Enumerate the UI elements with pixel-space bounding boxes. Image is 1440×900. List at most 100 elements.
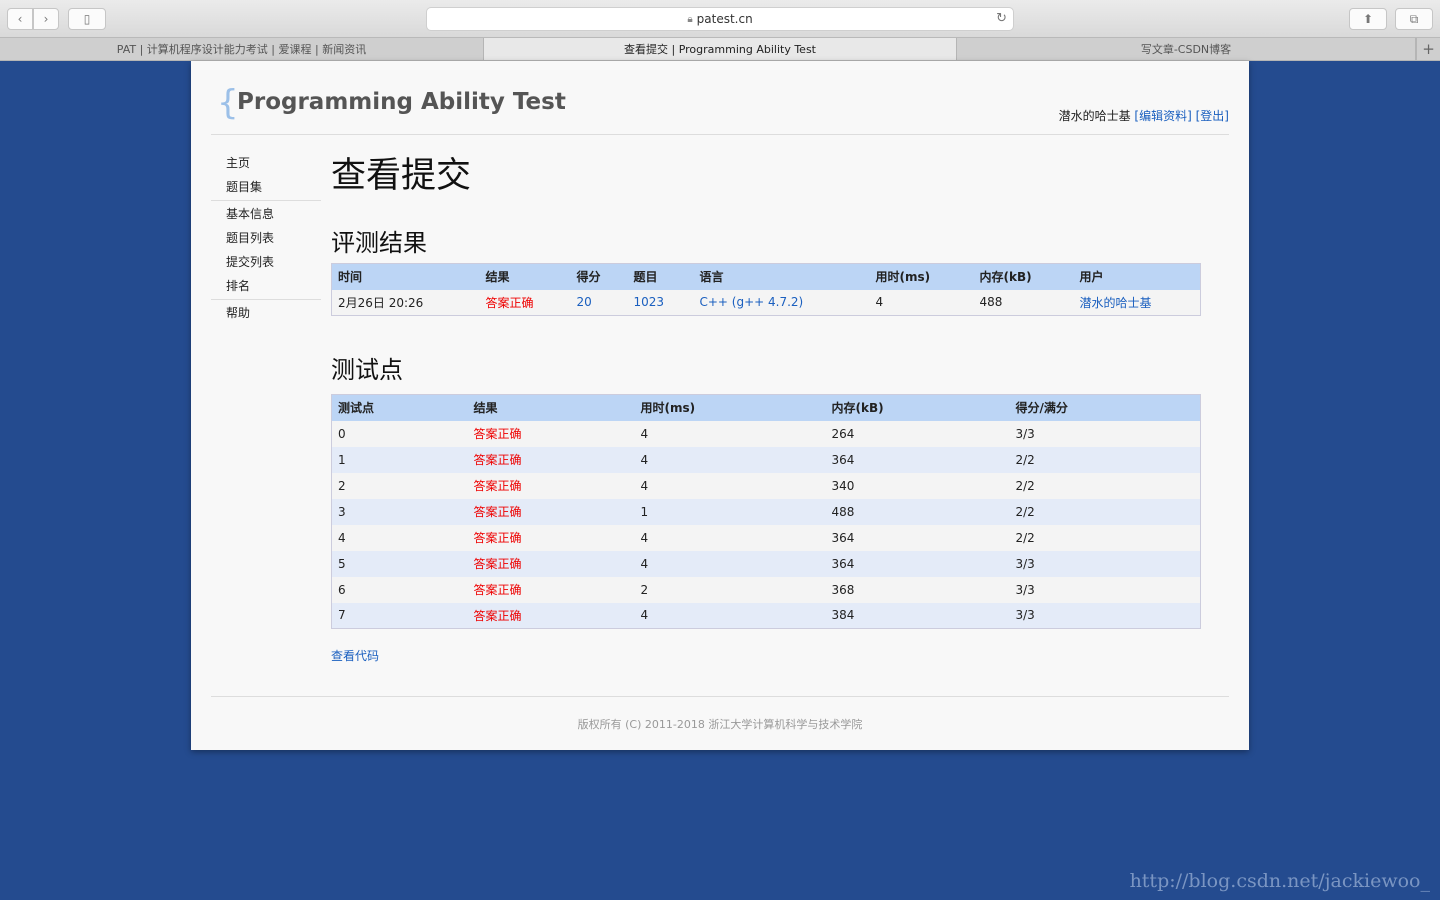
result-table: 时间 结果 得分 题目 语言 用时(ms) 内存(kB) 用户 2月26日 20… — [331, 263, 1201, 316]
problem-link[interactable]: 1023 — [634, 295, 665, 309]
cell-test-id: 5 — [331, 550, 468, 577]
footer-divider — [211, 696, 1229, 697]
main-content: 查看提交 评测结果 时间 结果 得分 题目 语言 用时(ms) 内存(kB) 用… — [331, 147, 1201, 664]
table-row: 4 答案正确 4 364 2/2 — [331, 524, 1201, 551]
cell-test-id: 3 — [331, 498, 468, 525]
tab-bar: PAT | 计算机程序设计能力考试 | 爱课程 | 新闻资讯 查看提交 | Pr… — [0, 38, 1440, 61]
cell-test-score: 3/3 — [1009, 550, 1201, 577]
table-row: 3 答案正确 1 488 2/2 — [331, 498, 1201, 525]
cell-test-time: 4 — [634, 472, 826, 499]
user-bar: 潜水的哈士基 [编辑资料] [登出] — [1059, 107, 1229, 124]
table-row: 5 答案正确 4 364 3/3 — [331, 550, 1201, 577]
url-text: patest.cn — [696, 12, 753, 26]
footer-copyright: 版权所有 (C) 2011-2018 浙江大学计算机科学与技术学院 — [577, 718, 863, 731]
cell-test-result: 答案正确 — [467, 524, 635, 551]
sidebar-item-problem-sets[interactable]: 题目集 — [211, 175, 321, 199]
cell-test-result: 答案正确 — [467, 446, 635, 473]
sidebar-item-help[interactable]: 帮助 — [211, 301, 321, 325]
cell-test-id: 0 — [331, 420, 468, 447]
tests-heading: 测试点 — [331, 356, 403, 384]
view-code-link[interactable]: 查看代码 — [331, 649, 379, 663]
result-heading: 评测结果 — [331, 229, 427, 257]
table-row: 1 答案正确 4 364 2/2 — [331, 446, 1201, 473]
result-table-header: 时间 结果 得分 题目 语言 用时(ms) 内存(kB) 用户 — [331, 263, 1201, 290]
logout-link[interactable]: [登出] — [1196, 109, 1229, 123]
cell-test-result: 答案正确 — [467, 498, 635, 525]
sidebar-divider — [211, 299, 321, 300]
cell-test-time: 4 — [634, 550, 826, 577]
cell-test-memory: 264 — [825, 420, 1010, 447]
col-test-result: 结果 — [467, 394, 635, 421]
new-tab-icon[interactable]: + — [1416, 38, 1440, 60]
cell-test-memory: 384 — [825, 602, 1010, 629]
cell-test-result: 答案正确 — [467, 602, 635, 629]
sidebar-item-basic-info[interactable]: 基本信息 — [211, 202, 321, 226]
table-row: 2月26日 20:26 答案正确 20 1023 C++ (g++ 4.7.2)… — [331, 289, 1201, 316]
cell-test-memory: 340 — [825, 472, 1010, 499]
cell-result: 答案正确 — [479, 289, 571, 316]
language-link[interactable]: C++ (g++ 4.7.2) — [700, 295, 804, 309]
edit-profile-link[interactable]: [编辑资料] — [1134, 109, 1191, 123]
forward-icon[interactable]: › — [33, 8, 59, 30]
cell-test-memory: 368 — [825, 576, 1010, 603]
cell-test-result: 答案正确 — [467, 420, 635, 447]
sidebar-item-ranking[interactable]: 排名 — [211, 274, 321, 298]
cell-test-time: 4 — [634, 446, 826, 473]
col-score: 得分 — [570, 263, 628, 290]
cell-test-id: 2 — [331, 472, 468, 499]
col-memory: 内存(kB) — [973, 263, 1074, 290]
col-time: 时间 — [331, 263, 480, 290]
tab-view-submission[interactable]: 查看提交 | Programming Ability Test — [484, 38, 957, 60]
cell-test-id: 6 — [331, 576, 468, 603]
sidebar-icon[interactable]: ▯ — [68, 8, 106, 30]
cell-test-id: 4 — [331, 524, 468, 551]
cell-test-time: 2 — [634, 576, 826, 603]
sidebar-item-home[interactable]: 主页 — [211, 151, 321, 175]
tab-pat-news[interactable]: PAT | 计算机程序设计能力考试 | 爱课程 | 新闻资讯 — [0, 38, 484, 60]
cell-test-time: 4 — [634, 524, 826, 551]
site-title[interactable]: Programming Ability Test — [237, 89, 566, 115]
reload-icon[interactable]: ↻ — [996, 11, 1007, 26]
cell-test-score: 2/2 — [1009, 524, 1201, 551]
table-row: 7 答案正确 4 384 3/3 — [331, 602, 1201, 629]
sidebar: 主页 题目集 基本信息 题目列表 提交列表 排名 帮助 — [211, 151, 321, 325]
cell-test-time: 1 — [634, 498, 826, 525]
back-icon[interactable]: ‹ — [7, 8, 33, 30]
col-time-ms: 用时(ms) — [869, 263, 974, 290]
user-link[interactable]: 潜水的哈士基 — [1080, 296, 1152, 310]
page-container: { Programming Ability Test 潜水的哈士基 [编辑资料]… — [191, 61, 1249, 750]
cell-test-time: 4 — [634, 602, 826, 629]
cell-test-score: 2/2 — [1009, 446, 1201, 473]
username: 潜水的哈士基 — [1058, 109, 1131, 123]
logo-brace-icon: { — [217, 83, 239, 123]
sidebar-item-problem-list[interactable]: 题目列表 — [211, 226, 321, 250]
site-header: { Programming Ability Test 潜水的哈士基 [编辑资料]… — [211, 61, 1229, 135]
address-bar[interactable]: 🔒︎ patest.cn ↻ — [426, 7, 1014, 31]
cell-test-memory: 488 — [825, 498, 1010, 525]
browser-toolbar: ‹ › ▯ 🔒︎ patest.cn ↻ ⬆︎ ⧉ — [0, 0, 1440, 38]
col-result: 结果 — [479, 263, 571, 290]
col-problem: 题目 — [627, 263, 694, 290]
cell-test-score: 3/3 — [1009, 420, 1201, 447]
cell-test-result: 答案正确 — [467, 472, 635, 499]
sidebar-divider — [211, 200, 321, 201]
table-row: 0 答案正确 4 264 3/3 — [331, 420, 1201, 447]
cell-test-id: 1 — [331, 446, 468, 473]
sidebar-item-submission-list[interactable]: 提交列表 — [211, 250, 321, 274]
cell-time: 2月26日 20:26 — [331, 289, 480, 316]
lock-icon: 🔒︎ — [687, 13, 693, 25]
score-link[interactable]: 20 — [577, 295, 592, 309]
cell-test-memory: 364 — [825, 446, 1010, 473]
col-test-memory: 内存(kB) — [825, 394, 1010, 421]
cell-test-time: 4 — [634, 420, 826, 447]
cell-test-memory: 364 — [825, 524, 1010, 551]
cell-memory: 488 — [973, 289, 1074, 316]
tab-csdn-blog[interactable]: 写文章-CSDN博客 — [957, 38, 1416, 60]
tabs-icon[interactable]: ⧉ — [1395, 8, 1433, 30]
col-test-score: 得分/满分 — [1009, 394, 1201, 421]
cell-test-result: 答案正确 — [467, 576, 635, 603]
cell-test-memory: 364 — [825, 550, 1010, 577]
share-icon[interactable]: ⬆︎ — [1349, 8, 1387, 30]
col-user: 用户 — [1073, 263, 1201, 290]
cell-time-ms: 4 — [869, 289, 974, 316]
